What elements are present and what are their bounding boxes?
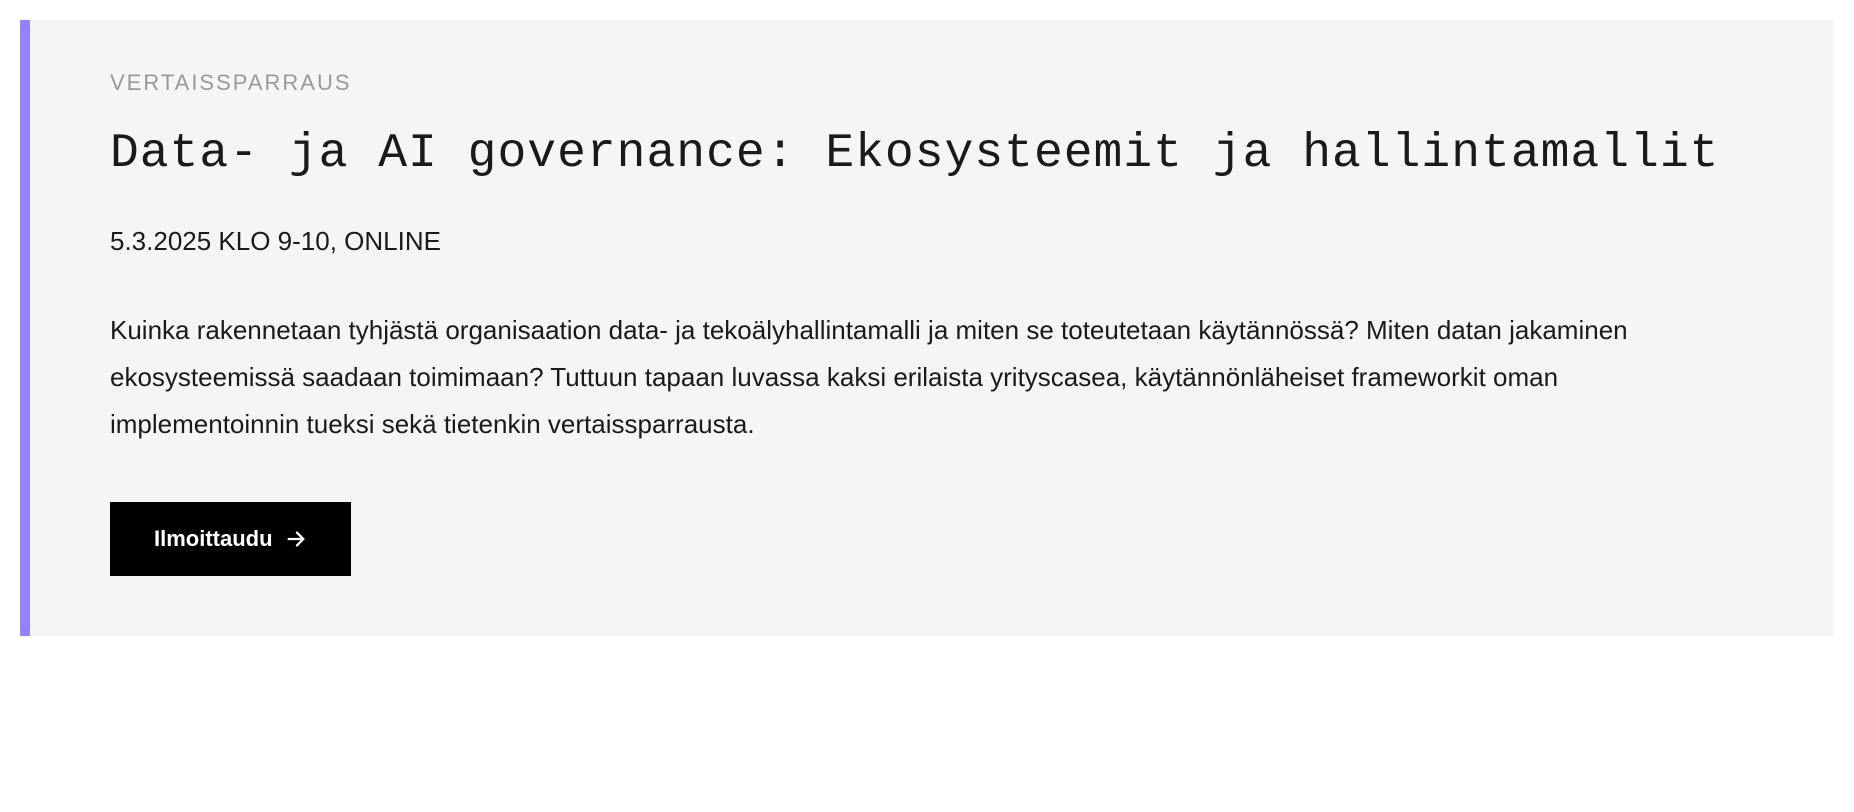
register-button-label: Ilmoittaudu — [154, 526, 273, 552]
event-datetime: 5.3.2025 KLO 9-10, ONLINE — [110, 226, 1754, 257]
event-title: Data- ja AI governance: Ekosysteemit ja … — [110, 124, 1754, 184]
register-button[interactable]: Ilmoittaudu — [110, 502, 351, 576]
event-description: Kuinka rakennetaan tyhjästä organisaatio… — [110, 307, 1754, 447]
arrow-right-icon — [285, 528, 307, 550]
event-card: VERTAISSPARRAUS Data- ja AI governance: … — [20, 20, 1834, 636]
event-category: VERTAISSPARRAUS — [110, 70, 1754, 96]
